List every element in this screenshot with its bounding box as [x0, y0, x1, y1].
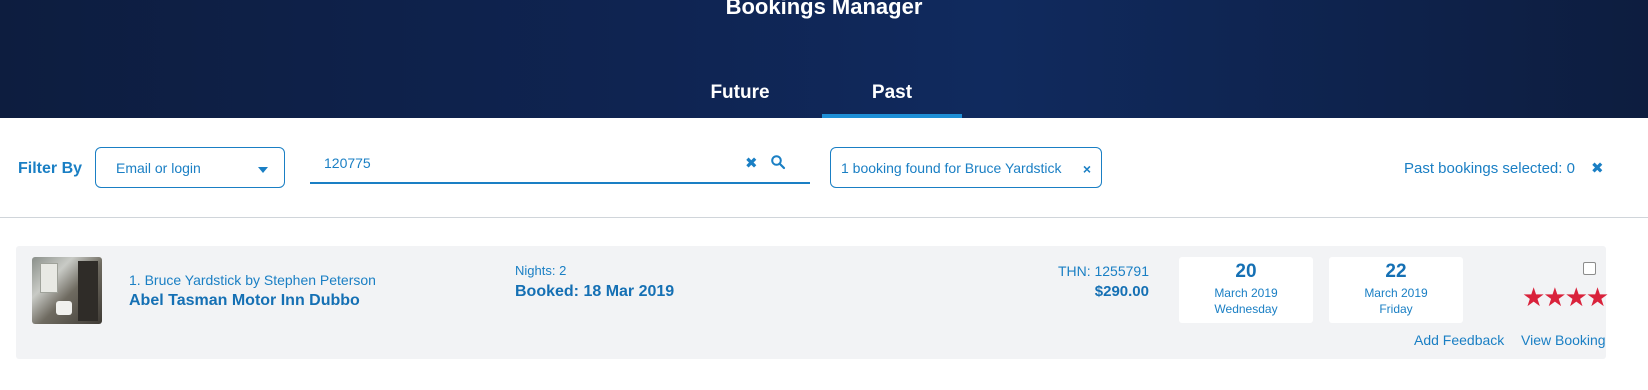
hotel-name-link[interactable]: Abel Tasman Motor Inn Dubbo	[129, 292, 360, 310]
search-icon[interactable]	[770, 154, 786, 170]
booking-select-checkbox[interactable]	[1583, 262, 1596, 275]
filter-label: Filter By	[18, 160, 83, 177]
filter-bar: Filter By Email or login 120775 ✖ 1 book…	[0, 118, 1648, 218]
checkout-month: March 2019	[1364, 286, 1428, 300]
nights-text: Nights: 2	[515, 263, 567, 278]
checkout-weekday: Friday	[1379, 302, 1413, 316]
checkin-date-box: 20 March 2019 Wednesday	[1179, 257, 1313, 323]
guest-line: 1. Bruce Yardstick by Stephen Peterson	[129, 272, 376, 288]
search-input[interactable]: 120775	[310, 148, 810, 184]
checkin-weekday: Wednesday	[1214, 302, 1278, 316]
tab-past[interactable]: Past	[822, 82, 962, 104]
filter-type-select[interactable]: Email or login	[95, 147, 285, 188]
checkin-day: 20	[1235, 261, 1257, 282]
search-result-text: 1 booking found for Bruce Yardstick	[841, 160, 1062, 176]
checkin-month: March 2019	[1214, 286, 1278, 300]
booking-price: $290.00	[1094, 283, 1149, 300]
star-rating[interactable]: ★★★★	[1522, 282, 1609, 313]
view-booking-link[interactable]: View Booking	[1521, 332, 1606, 348]
search-result-chip: 1 booking found for Bruce Yardstick ×	[830, 147, 1102, 188]
thn-number: THN: 1255791	[1057, 263, 1149, 279]
selected-count-text: Past bookings selected: 0	[1404, 160, 1575, 177]
checkout-day: 22	[1385, 261, 1407, 282]
tab-future[interactable]: Future	[670, 82, 810, 104]
booking-card: 1. Bruce Yardstick by Stephen Peterson A…	[16, 246, 1609, 359]
filter-type-value: Email or login	[116, 160, 201, 176]
hotel-thumbnail[interactable]	[32, 257, 102, 324]
close-icon[interactable]: ×	[1083, 161, 1091, 177]
clear-search-icon[interactable]: ✖	[745, 154, 758, 172]
page-title: Bookings Manager	[725, 0, 923, 19]
checkout-date-box: 22 March 2019 Friday	[1329, 257, 1463, 323]
add-feedback-link[interactable]: Add Feedback	[1414, 332, 1504, 348]
page-header: Bookings Manager Future Past	[0, 0, 1648, 118]
chevron-down-icon	[258, 167, 268, 173]
clear-selection-icon[interactable]: ✖	[1591, 159, 1604, 177]
booked-date: Booked: 18 Mar 2019	[515, 283, 675, 300]
